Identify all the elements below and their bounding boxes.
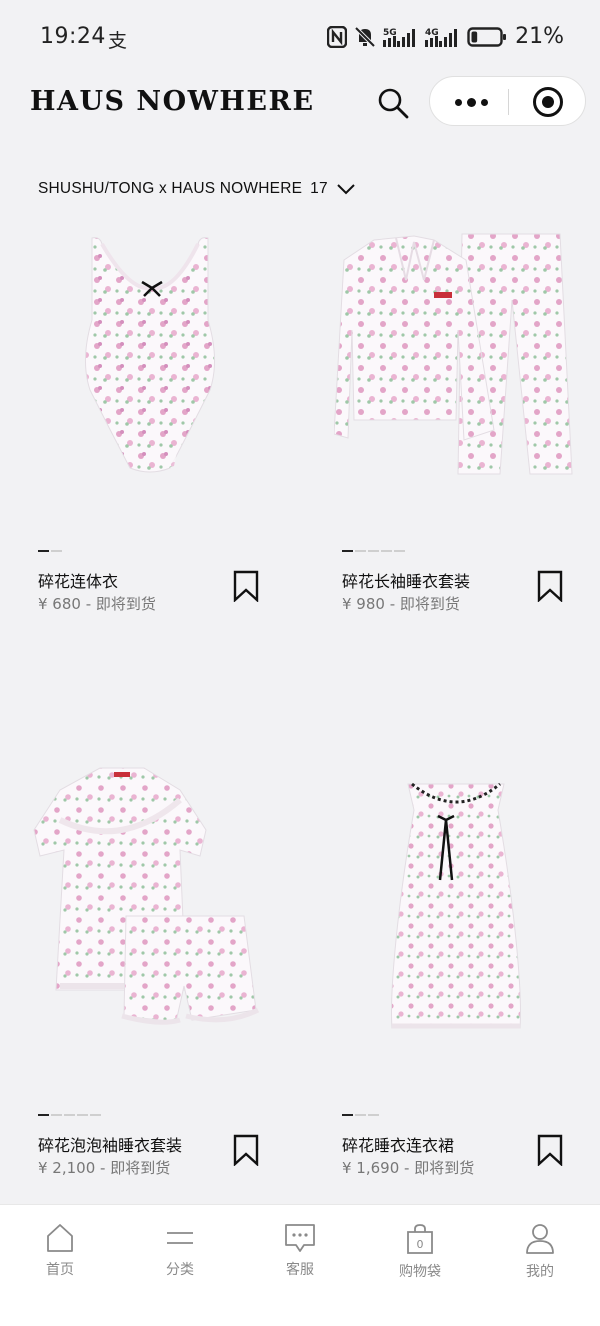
tab-label: 首页 bbox=[46, 1262, 74, 1278]
product-name[interactable]: 碎花连体衣 bbox=[38, 568, 118, 592]
tab-label: 客服 bbox=[286, 1262, 314, 1278]
tab-label: 购物袋 bbox=[399, 1264, 441, 1280]
image-pager bbox=[38, 550, 62, 552]
product-card[interactable]: 碎花连体衣 ¥ 680 - 即将到货 bbox=[30, 230, 320, 630]
status-bar: 19:24 支 5G 4G 21% bbox=[0, 0, 600, 76]
target-close-icon[interactable] bbox=[533, 87, 563, 117]
tab-category[interactable]: 分类 bbox=[120, 1223, 240, 1293]
image-pager bbox=[342, 1114, 379, 1116]
product-name[interactable]: 碎花泡泡袖睡衣套装 bbox=[38, 1132, 182, 1156]
bookmark-icon[interactable] bbox=[232, 1134, 260, 1166]
product-card[interactable]: 碎花睡衣连衣裙 ¥ 1,690 - 即将到货 bbox=[334, 760, 600, 1180]
product-name[interactable]: 碎花长袖睡衣套装 bbox=[342, 568, 470, 592]
shopping-bag-icon: 0 bbox=[407, 1224, 433, 1254]
signal-5g-icon: 5G bbox=[383, 28, 416, 47]
product-image[interactable] bbox=[70, 230, 230, 480]
product-image[interactable] bbox=[386, 780, 526, 1040]
product-price: ¥ 980 - 即将到货 bbox=[342, 595, 460, 613]
product-card[interactable]: 碎花长袖睡衣套装 ¥ 980 - 即将到货 bbox=[334, 230, 600, 630]
tab-home[interactable]: 首页 bbox=[0, 1223, 120, 1293]
product-name[interactable]: 碎花睡衣连衣裙 bbox=[342, 1132, 454, 1156]
chevron-down-icon bbox=[337, 184, 355, 195]
cart-count-badge: 0 bbox=[417, 1238, 424, 1251]
tab-label: 我的 bbox=[526, 1264, 554, 1280]
battery-percent: 21% bbox=[515, 24, 564, 49]
capsule-divider bbox=[508, 89, 509, 115]
tab-customer-service[interactable]: 客服 bbox=[240, 1223, 360, 1293]
bottom-tab-bar: 首页 分类 客服 0 购物袋 我的 bbox=[0, 1204, 600, 1326]
tab-profile[interactable]: 我的 bbox=[480, 1223, 600, 1293]
product-image[interactable] bbox=[30, 760, 270, 1035]
miniprogram-capsule bbox=[429, 76, 586, 126]
product-card[interactable]: 碎花泡泡袖睡衣套装 ¥ 2,100 - 即将到货 bbox=[30, 760, 320, 1180]
signal-4g-icon: 4G bbox=[425, 28, 458, 47]
product-price: ¥ 680 - 即将到货 bbox=[38, 595, 156, 613]
image-pager bbox=[38, 1114, 101, 1116]
menu-icon bbox=[167, 1232, 193, 1244]
status-icons: 5G 4G 21% bbox=[327, 24, 564, 49]
bookmark-icon[interactable] bbox=[536, 1134, 564, 1166]
mute-icon bbox=[355, 26, 376, 47]
image-pager bbox=[342, 550, 405, 552]
brand-logo[interactable]: HAUS NOWHERE bbox=[30, 86, 315, 117]
nfc-icon bbox=[327, 25, 348, 48]
app-header: HAUS NOWHERE bbox=[0, 76, 600, 132]
collection-selector[interactable]: SHUSHU/TONG x HAUS NOWHERE 17 bbox=[38, 176, 356, 202]
status-time: 19:24 bbox=[40, 24, 106, 49]
alipay-icon: 支 bbox=[108, 30, 128, 52]
tab-label: 分类 bbox=[166, 1262, 194, 1278]
profile-icon bbox=[526, 1224, 554, 1254]
product-image[interactable] bbox=[334, 230, 574, 480]
search-icon[interactable] bbox=[376, 86, 410, 120]
collection-count: 17 bbox=[310, 180, 328, 197]
more-dots-icon[interactable] bbox=[448, 89, 494, 115]
product-price: ¥ 2,100 - 即将到货 bbox=[38, 1159, 171, 1177]
bookmark-icon[interactable] bbox=[232, 570, 260, 602]
home-icon bbox=[47, 1224, 73, 1252]
product-price: ¥ 1,690 - 即将到货 bbox=[342, 1159, 475, 1177]
tab-shopping-bag[interactable]: 0 购物袋 bbox=[360, 1223, 480, 1293]
bookmark-icon[interactable] bbox=[536, 570, 564, 602]
battery-icon bbox=[467, 26, 507, 47]
chat-icon bbox=[285, 1224, 315, 1252]
collection-name: SHUSHU/TONG x HAUS NOWHERE bbox=[38, 180, 303, 197]
